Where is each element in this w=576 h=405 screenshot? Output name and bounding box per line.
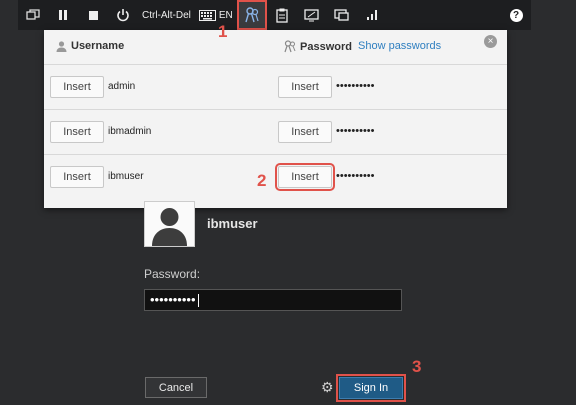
username-value: admin xyxy=(108,81,136,92)
gear-icon[interactable]: ⚙ xyxy=(321,379,334,396)
clipboard-icon[interactable] xyxy=(267,0,297,30)
insert-password-button[interactable]: Insert xyxy=(278,121,332,143)
pause-icon[interactable] xyxy=(48,0,78,30)
power-icon[interactable] xyxy=(108,0,138,30)
keyboard-icon xyxy=(198,9,216,21)
username-header-label: Username xyxy=(71,40,125,52)
popup-header: Username Password Show passwords × xyxy=(44,30,507,65)
callout-2: 2 xyxy=(257,171,267,190)
password-column-header: Password xyxy=(284,40,352,53)
username-value: ibmadmin xyxy=(108,126,152,137)
password-field-value: •••••••••• xyxy=(150,292,196,307)
password-header-label: Password xyxy=(300,40,352,53)
windows-icon[interactable] xyxy=(18,0,48,30)
text-caret xyxy=(197,294,199,308)
sign-in-button[interactable]: Sign In xyxy=(336,374,406,402)
password-value: •••••••••• xyxy=(336,170,375,182)
keys-button[interactable] xyxy=(236,0,267,30)
signal-icon[interactable] xyxy=(357,0,387,30)
show-passwords-link[interactable]: Show passwords xyxy=(358,40,441,52)
display-icon[interactable] xyxy=(327,0,357,30)
help-icon: ? xyxy=(509,8,523,22)
password-value: •••••••••• xyxy=(336,80,375,92)
password-value: •••••••••• xyxy=(336,125,375,137)
credential-row: Insert ibmadmin Insert •••••••••• xyxy=(44,110,507,155)
credential-row: Insert ibmuser Insert •••••••••• xyxy=(44,155,507,199)
keyboard-button[interactable]: EN xyxy=(195,0,237,30)
user-icon xyxy=(56,40,67,52)
insert-username-button[interactable]: Insert xyxy=(50,166,104,188)
remote-toolbar: Ctrl-Alt-Del EN ? xyxy=(18,0,531,30)
key-icon xyxy=(284,40,296,53)
credential-row: Insert admin Insert •••••••••• xyxy=(44,65,507,110)
callout-3: 3 xyxy=(412,357,422,376)
login-username: ibmuser xyxy=(207,216,258,231)
insert-password-button[interactable]: Insert xyxy=(275,163,335,191)
avatar xyxy=(144,201,195,247)
insert-username-button[interactable]: Insert xyxy=(50,76,104,98)
insert-username-button[interactable]: Insert xyxy=(50,121,104,143)
ctrl-alt-del-label: Ctrl-Alt-Del xyxy=(142,9,191,21)
help-button[interactable]: ? xyxy=(501,0,531,30)
stop-icon[interactable] xyxy=(78,0,108,30)
user-avatar-icon xyxy=(152,208,187,246)
ctrl-alt-del-button[interactable]: Ctrl-Alt-Del xyxy=(138,0,195,30)
screen-icon[interactable] xyxy=(297,0,327,30)
username-value: ibmuser xyxy=(108,171,144,182)
keyboard-language: EN xyxy=(218,9,233,21)
cancel-button[interactable]: Cancel xyxy=(145,377,207,398)
username-column-header: Username xyxy=(56,40,124,52)
password-field[interactable]: •••••••••• xyxy=(144,289,402,311)
callout-1: 1 xyxy=(218,22,228,41)
keys-icon xyxy=(245,7,259,23)
credentials-popup: Username Password Show passwords × Inser… xyxy=(44,30,507,208)
close-icon[interactable]: × xyxy=(484,35,497,48)
insert-password-button[interactable]: Insert xyxy=(278,76,332,98)
password-label: Password: xyxy=(144,267,201,281)
